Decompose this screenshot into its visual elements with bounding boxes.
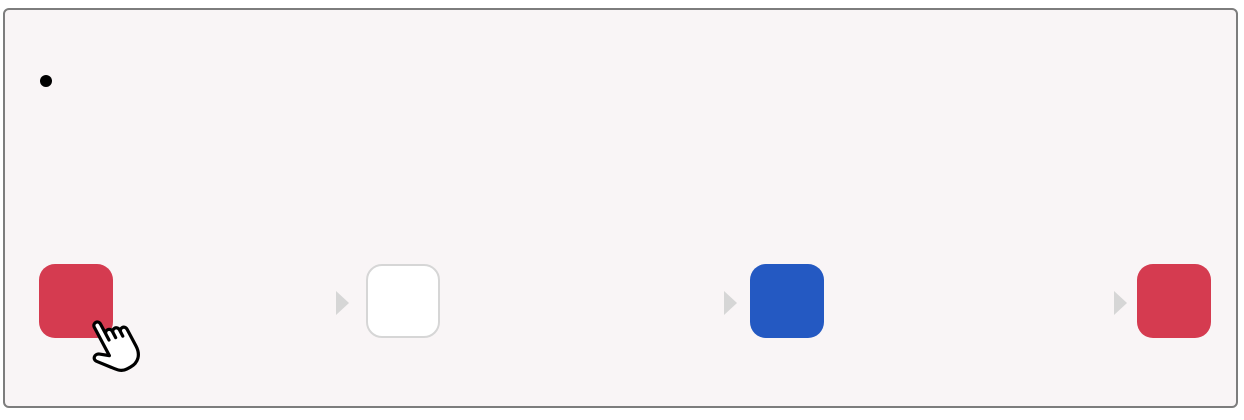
arrow-right-icon: [336, 291, 349, 315]
swatch-1[interactable]: [39, 264, 113, 338]
arrow-right-icon: [724, 291, 737, 315]
swatch-2[interactable]: [366, 264, 440, 338]
swatch-3[interactable]: [750, 264, 824, 338]
swatch-4[interactable]: [1137, 264, 1211, 338]
arrow-right-icon: [1114, 291, 1127, 315]
color-sequence-panel: [3, 8, 1238, 408]
bullet-dot: [40, 75, 52, 87]
